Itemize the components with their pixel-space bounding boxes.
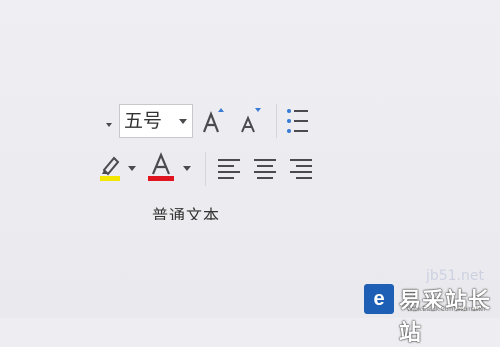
group-caption: 普通文本 <box>152 206 221 220</box>
align-center-icon[interactable] <box>253 157 277 179</box>
watermark-brand: 易采站长站 <box>399 289 492 346</box>
font-color-icon[interactable] <box>147 152 175 184</box>
watermark-faded-text: jb51.net <box>426 268 485 284</box>
screenshot: 五号 普通文本 jb51.net e 易采站长站 Www.Easck.Com W… <box>0 0 500 346</box>
watermark-logo: e <box>364 284 394 314</box>
font-size-value: 五号 <box>124 110 163 132</box>
font-size-select[interactable]: 五号 <box>119 104 193 138</box>
toolbar-separator <box>205 152 206 186</box>
align-left-icon[interactable] <box>218 157 242 179</box>
highlighter-icon[interactable] <box>100 152 122 184</box>
font-name-dropdown-arrow-icon[interactable] <box>103 118 115 132</box>
bullet-list-icon[interactable] <box>284 106 310 136</box>
toolbar-separator <box>276 104 277 138</box>
align-right-icon[interactable] <box>288 157 312 179</box>
shrink-font-icon[interactable] <box>238 106 264 136</box>
chevron-down-icon[interactable] <box>127 165 137 173</box>
chevron-down-icon[interactable] <box>182 165 192 173</box>
chevron-down-icon[interactable] <box>178 118 188 126</box>
watermark-url: Www.Easck.Com Webmaster <box>407 307 486 313</box>
grow-font-icon[interactable] <box>201 106 225 136</box>
